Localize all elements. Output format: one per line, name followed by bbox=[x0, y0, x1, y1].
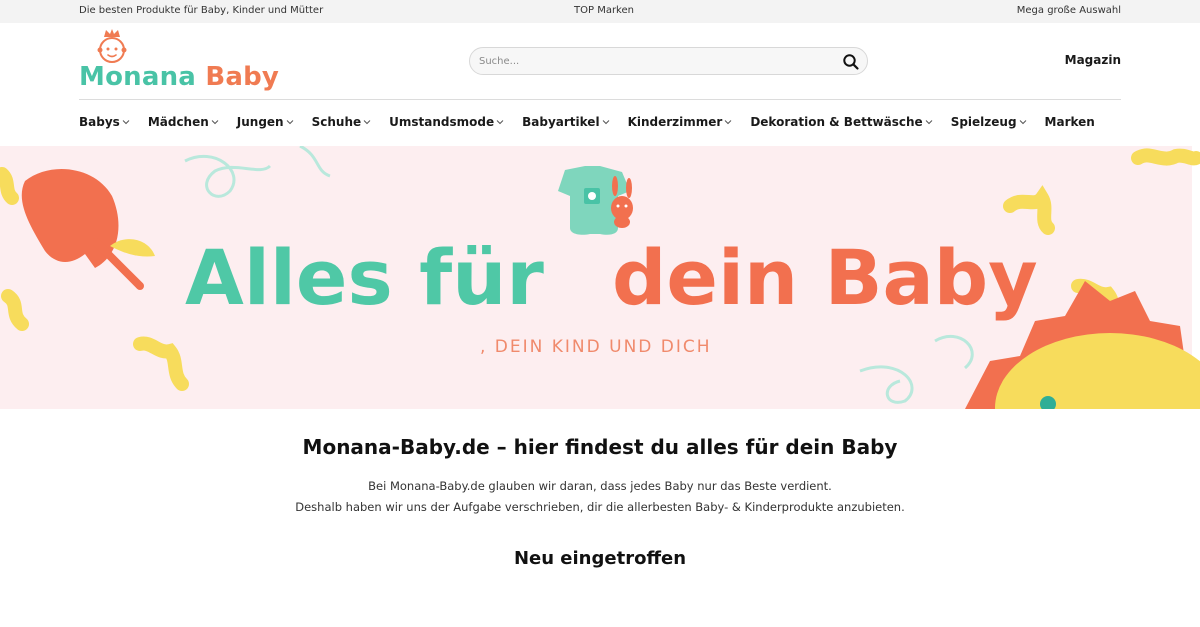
intro-line-2: Deshalb haben wir uns der Aufgabe versch… bbox=[295, 500, 905, 514]
header-divider bbox=[79, 99, 1121, 100]
chevron-down-icon bbox=[211, 120, 219, 125]
logo-word-monana: Monana bbox=[79, 62, 197, 92]
topbar-right-text: Mega große Auswahl bbox=[1016, 5, 1121, 16]
nav-item-7[interactable]: Dekoration & Bettwäsche bbox=[750, 114, 933, 130]
nav-item-label: Marken bbox=[1044, 115, 1095, 129]
nav-item-6[interactable]: Kinderzimmer bbox=[628, 114, 733, 130]
intro-title: Monana-Baby.de – hier findest du alles f… bbox=[302, 435, 898, 459]
intro-line-1: Bei Monana-Baby.de glauben wir daran, da… bbox=[368, 479, 832, 493]
nav-item-label: Schuhe bbox=[311, 115, 362, 129]
search-input[interactable] bbox=[479, 53, 819, 70]
nav-item-3[interactable]: Schuhe bbox=[312, 114, 372, 130]
hero-illustration: Alles für dein Baby , DEIN KIND UND DICH bbox=[0, 146, 1200, 409]
search-icon[interactable] bbox=[841, 52, 861, 72]
nav-item-9[interactable]: Marken bbox=[1045, 114, 1095, 130]
nav-item-2[interactable]: Jungen bbox=[237, 114, 294, 130]
nav-item-label: Babys bbox=[79, 115, 120, 129]
nav-item-label: Dekoration & Bettwäsche bbox=[750, 115, 923, 129]
chevron-down-icon bbox=[724, 120, 732, 125]
main-navigation: Babys Mädchen Jungen Schuhe Umstandsmode Baby… bbox=[79, 113, 1095, 131]
logo-word-baby: Baby bbox=[205, 62, 280, 92]
site-logo[interactable]: Monana Baby bbox=[79, 28, 279, 94]
topbar-center-text: TOP Marken bbox=[574, 5, 634, 16]
nav-item-label: Kinderzimmer bbox=[627, 115, 723, 129]
nav-item-1[interactable]: Mädchen bbox=[148, 114, 219, 130]
nav-item-label: Babyartikel bbox=[522, 115, 600, 129]
chevron-down-icon bbox=[286, 120, 293, 125]
nav-item-5[interactable]: Babyartikel bbox=[522, 114, 609, 130]
baby-face-icon bbox=[97, 29, 127, 63]
hero-banner[interactable]: Alles für dein Baby , DEIN KIND UND DICH bbox=[0, 146, 1200, 409]
chevron-down-icon bbox=[363, 120, 371, 125]
chevron-down-icon bbox=[1019, 120, 1026, 125]
hero-headline-part2: dein Baby bbox=[612, 233, 1038, 322]
chevron-down-icon bbox=[496, 120, 504, 125]
hero-subline: , DEIN KIND UND DICH bbox=[480, 337, 712, 357]
nav-item-label: Mädchen bbox=[147, 115, 209, 129]
nav-item-label: Umstandsmode bbox=[389, 115, 495, 129]
nav-item-label: Spielzeug bbox=[950, 115, 1017, 129]
nav-item-label: Jungen bbox=[236, 115, 284, 129]
hero-headline-part1: Alles für bbox=[185, 233, 544, 322]
nav-item-8[interactable]: Spielzeug bbox=[951, 114, 1027, 130]
chevron-down-icon bbox=[122, 120, 130, 125]
chevron-down-icon bbox=[602, 120, 609, 125]
topbar-left-text: Die besten Produkte für Baby, Kinder und… bbox=[79, 5, 324, 16]
intro-text: Bei Monana-Baby.de glauben wir daran, da… bbox=[0, 476, 1200, 518]
top-bar: Die besten Produkte für Baby, Kinder und… bbox=[0, 0, 1200, 23]
search-bar bbox=[469, 47, 868, 75]
nav-item-0[interactable]: Babys bbox=[79, 114, 130, 130]
chevron-down-icon bbox=[925, 120, 933, 125]
new-arrivals-title: Neu eingetroffen bbox=[513, 548, 687, 569]
magazin-link[interactable]: Magazin bbox=[1065, 53, 1121, 68]
nav-item-4[interactable]: Umstandsmode bbox=[389, 114, 504, 130]
logo-wordmark: Monana Baby bbox=[79, 62, 279, 92]
